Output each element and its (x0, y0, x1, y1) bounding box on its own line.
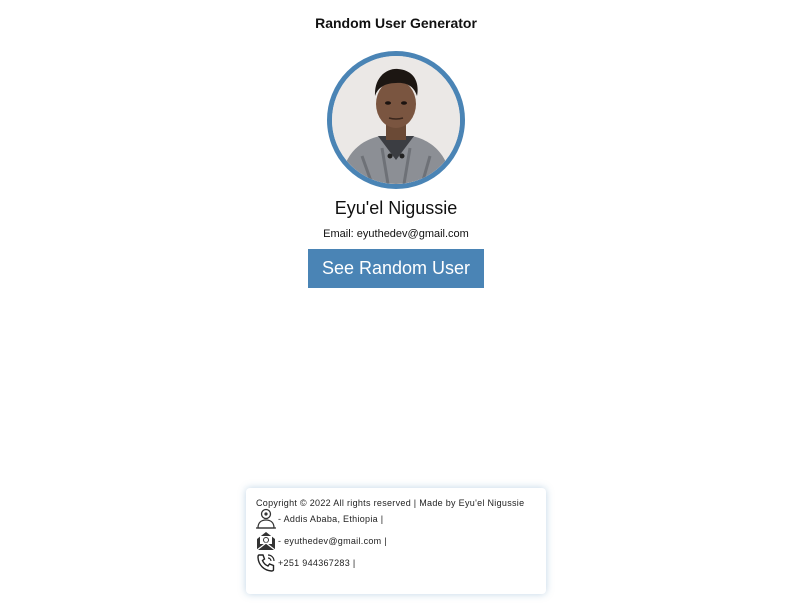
footer-address-row: - Addis Ababa, Ethiopia | (255, 508, 383, 530)
email-label: Email: (323, 228, 357, 240)
user-name: Eyu'el Nigussie (334, 198, 458, 218)
footer-address: - Addis Ababa, Ethiopia | (278, 514, 384, 524)
user-photo (332, 56, 460, 184)
envelope-icon (255, 530, 277, 552)
page: Random User Generator Eyu'el Nigussie Em… (0, 0, 810, 604)
app-title: Random User Generator (315, 15, 477, 31)
footer-phone-row: +251 944367283 | (255, 552, 355, 574)
footer-card: Copyright © 2022 All rights reserved | M… (246, 488, 546, 594)
user-email: eyuthedev@gmail.com (356, 228, 469, 240)
footer-phone[interactable]: +251 944367283 | (278, 558, 355, 568)
footer-email[interactable]: - eyuthedev@gmail.com | (278, 536, 387, 546)
location-person-icon (255, 508, 277, 530)
copyright-text: Copyright © 2022 All rights reserved | M… (256, 498, 525, 508)
user-avatar (327, 51, 465, 189)
user-email-line: Email: eyuthedev@gmail.com (0, 228, 792, 240)
footer-email-row: - eyuthedev@gmail.com | (255, 530, 387, 552)
phone-icon (255, 552, 277, 574)
see-random-user-button[interactable]: See Random User (308, 249, 484, 288)
